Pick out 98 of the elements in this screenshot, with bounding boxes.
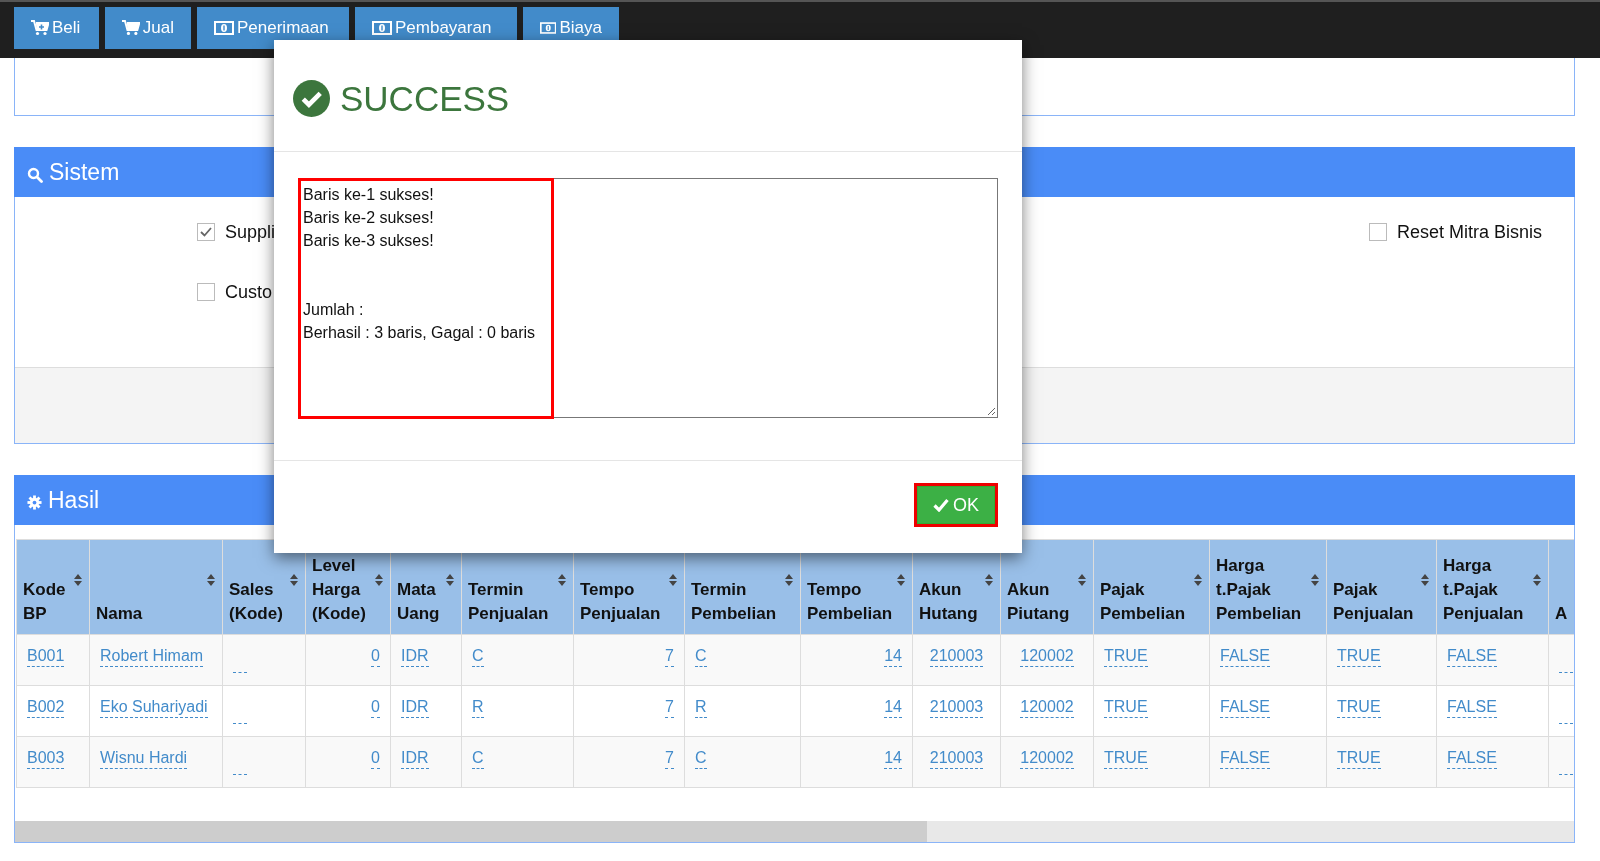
money-icon [540,21,557,35]
nav-button[interactable]: Beli [14,7,99,49]
editable-link[interactable]: TRUE [1337,647,1381,667]
column-header[interactable]: Harga t.Pajak Penjualan [1436,539,1549,635]
editable-link[interactable]: TRUE [1104,749,1148,769]
ok-button[interactable]: OK [917,486,995,524]
editable-link[interactable]: TRUE [1337,749,1381,769]
nav-button[interactable]: Jual [105,7,191,49]
column-header[interactable]: Sales (Kode) [222,539,306,635]
checkbox-option[interactable]: Suppli [197,222,276,242]
editable-link[interactable]: 14 [884,647,902,667]
editable-link[interactable]: 7 [665,749,674,769]
column-header[interactable]: Pajak Pembelian [1093,539,1210,635]
editable-link[interactable]: R [472,698,484,718]
editable-link[interactable]: 14 [884,698,902,718]
editable-link[interactable]: FALSE [1220,698,1270,718]
sort-icon [669,574,677,586]
editable-link[interactable]: R [695,698,707,718]
editable-link[interactable]: 7 [665,698,674,718]
nav-button[interactable]: Penerimaan [197,7,349,49]
editable-link[interactable]: TRUE [1104,698,1148,718]
column-header[interactable]: A [1548,539,1574,635]
sort-icon [74,574,82,586]
column-header[interactable]: Kode BP [16,539,90,635]
resize-grip-icon[interactable] [986,406,996,416]
sort-icon [375,574,383,586]
column-header[interactable]: Harga t.Pajak Pembelian [1209,539,1327,635]
editable-link[interactable]: B003 [27,749,65,769]
search-icon [27,166,43,183]
editable-link[interactable]: 120002 [1020,647,1074,667]
message-field[interactable]: Baris ke-1 sukses! Baris ke-2 sukses! Baris ke-3 sukses! Jumlah : Berhasil : 3 baris, Gagal : 0 baris [298,178,998,418]
column-header[interactable]: Nama [89,539,223,635]
checkbox-option[interactable]: Reset Mitra Bisnis [1368,222,1542,242]
editable-link[interactable]: C [695,749,707,769]
editable-link[interactable]: 210003 [929,749,984,769]
scrollbar[interactable] [15,821,1574,842]
checkbox[interactable] [197,283,215,301]
editable-link[interactable]: 120002 [1020,698,1074,718]
dialog-title: SUCCESS [340,78,510,119]
sort-icon [446,574,454,586]
money-icon [372,21,392,35]
editable-link[interactable]: 0 [371,647,380,667]
sort-icon [985,574,993,586]
panel-title: Sistem [49,158,120,186]
editable-link[interactable]: FALSE [1220,647,1270,667]
editable-link[interactable]: 210003 [929,647,984,667]
editable-link[interactable]: Wisnu Hardi [100,749,188,769]
editable-link[interactable]: IDR [401,749,429,769]
sort-icon [1078,574,1086,586]
editable-link[interactable]: IDR [401,698,429,718]
editable-link[interactable]: 0 [371,749,380,769]
gear-icon [27,495,42,510]
editable-link[interactable]: C [472,647,484,667]
money-icon [214,21,234,35]
checkbox[interactable] [197,223,215,241]
editable-link[interactable]: TRUE [1337,698,1381,718]
editable-link[interactable]: TRUE [1104,647,1148,667]
checkbox[interactable] [1368,223,1387,241]
cart-icon [122,20,140,36]
sort-icon [785,574,793,586]
empty-link[interactable] [1559,723,1573,724]
sort-icon [558,574,566,586]
empty-link[interactable] [1559,672,1573,673]
checkbox-option[interactable]: Custo [197,282,276,302]
editable-link[interactable]: 0 [371,698,380,718]
message-text: Baris ke-1 sukses! Baris ke-2 sukses! Baris ke-3 sukses! Jumlah : Berhasil : 3 baris, Gagal : 0 baris [303,185,537,343]
editable-link[interactable]: Eko Suhariyadi [100,698,208,718]
editable-link[interactable]: B001 [27,647,65,667]
empty-link[interactable] [233,723,247,724]
sort-icon [897,574,905,586]
editable-link[interactable]: FALSE [1220,749,1270,769]
sort-icon [290,574,298,586]
editable-link[interactable]: FALSE [1447,698,1497,718]
editable-link[interactable]: IDR [401,647,429,667]
sort-icon [1421,574,1429,586]
editable-link[interactable]: C [695,647,707,667]
editable-link[interactable]: 210003 [929,698,984,718]
column-header[interactable]: Akun Piutang [1000,539,1094,635]
editable-link[interactable]: Robert Himam [100,647,204,667]
empty-link[interactable] [233,672,247,673]
editable-link[interactable]: FALSE [1447,749,1497,769]
check-icon [933,498,949,512]
empty-link[interactable] [233,774,247,775]
panel-title: Hasil [48,486,100,514]
editable-link[interactable]: 7 [665,647,674,667]
column-header[interactable]: Pajak Penjualan [1326,539,1437,635]
check-circle-icon [293,80,330,117]
sort-icon [207,574,215,586]
editable-link[interactable]: B002 [27,698,65,718]
editable-link[interactable]: C [472,749,484,769]
sort-icon [1194,574,1202,586]
editable-link[interactable]: 14 [884,749,902,769]
cart-plus-icon [31,20,49,36]
editable-link[interactable]: FALSE [1447,647,1497,667]
editable-link[interactable]: 120002 [1020,749,1074,769]
sort-icon [1533,574,1541,586]
sort-icon [1311,574,1319,586]
empty-link[interactable] [1559,774,1573,775]
